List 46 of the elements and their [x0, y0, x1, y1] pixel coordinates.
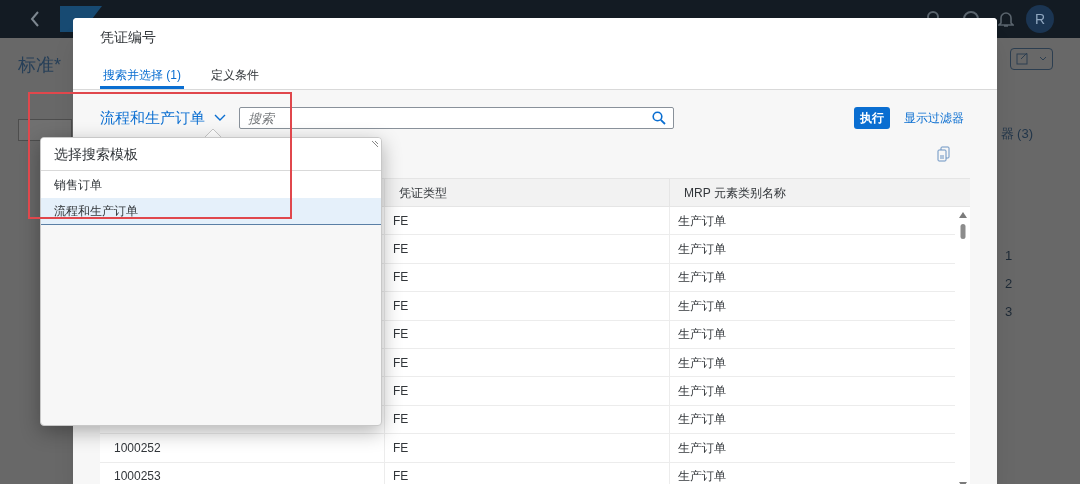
- template-selector[interactable]: 流程和生产订单: [100, 106, 226, 130]
- show-filters-link[interactable]: 显示过滤器: [904, 109, 964, 127]
- table-cell-text: FE: [393, 411, 409, 429]
- tab[interactable]: 搜索并选择 (1): [100, 63, 184, 89]
- table-cell-text: 生产订单: [678, 411, 726, 429]
- column-header: MRP 元素类别名称: [683, 184, 787, 202]
- table-cell-text: 生产订单: [678, 297, 726, 315]
- table-cell-text: FE: [393, 269, 409, 287]
- table-cell-text: 生产订单: [678, 241, 726, 259]
- table-cell-text: 生产订单: [678, 468, 726, 484]
- table-cell-text: 1000253: [114, 468, 161, 484]
- table-cell-text: FE: [393, 241, 409, 259]
- search-icon[interactable]: [652, 111, 666, 125]
- template-item[interactable]: 销售订单: [41, 171, 381, 198]
- row-number: 3: [1005, 303, 1014, 320]
- table-cell-text: 1000252: [114, 439, 161, 457]
- template-item[interactable]: 流程和生产订单: [41, 198, 381, 225]
- scrollbar-drawing[interactable]: [957, 211, 968, 239]
- table-cell-text: FE: [393, 297, 409, 315]
- tab[interactable]: 定义条件: [208, 63, 262, 89]
- table-cell-text: FE: [393, 468, 409, 484]
- resize-grip-icon[interactable]: [371, 140, 379, 148]
- table-cell-text: FE: [393, 326, 409, 344]
- table-cell-text: 生产订单: [678, 383, 726, 401]
- table-cell-text: 生产订单: [678, 354, 726, 372]
- table-cell-text: 生产订单: [678, 326, 726, 344]
- back-icon[interactable]: [30, 11, 40, 27]
- column-header: 凭证类型: [385, 179, 670, 206]
- user-avatar[interactable]: R: [1026, 5, 1054, 33]
- table-cell-text: FE: [393, 383, 409, 401]
- row-number: 2: [1005, 275, 1014, 292]
- table-cell-text: FE: [393, 212, 409, 230]
- table-cell-text: FE: [393, 439, 409, 457]
- popover-title: 选择搜索模板: [54, 144, 138, 164]
- table-cell-text: 生产订单: [678, 212, 726, 230]
- table-cell-text: FE: [393, 354, 409, 372]
- table-cell-text: 生产订单: [678, 269, 726, 287]
- chevron-down-icon: [214, 114, 226, 122]
- bell-icon[interactable]: [998, 10, 1014, 28]
- go-button[interactable]: 执行: [854, 107, 890, 129]
- search-field[interactable]: 搜索: [239, 107, 674, 129]
- copy-icon[interactable]: [937, 146, 950, 162]
- dialog-title: 凭证编号: [100, 28, 157, 47]
- share-icon: [1015, 53, 1048, 65]
- table-cell-text: 生产订单: [678, 439, 726, 457]
- row-number: 1: [1005, 247, 1014, 264]
